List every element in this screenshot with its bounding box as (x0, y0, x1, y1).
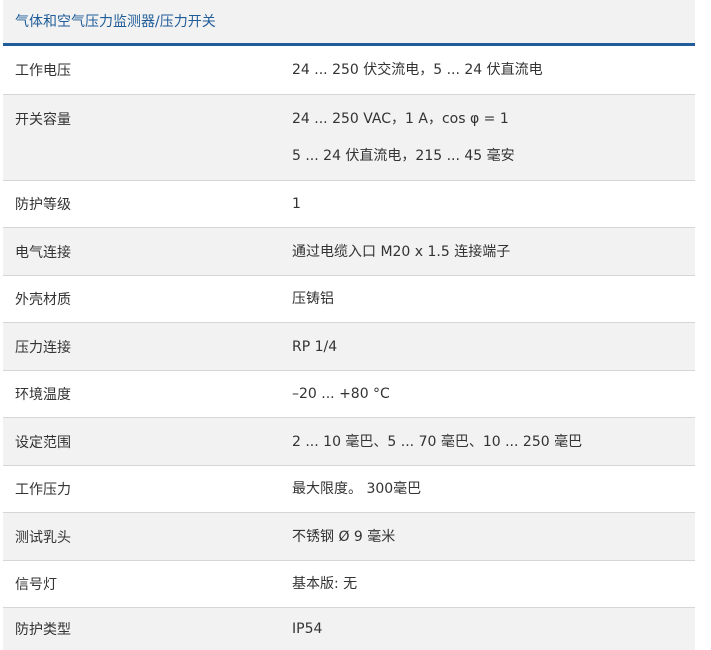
row-value: 1 (292, 181, 695, 227)
row-label: 电气连接 (15, 244, 71, 261)
table-row-pressure-connection: 压力连接 RP 1/4 (3, 323, 695, 371)
row-value-line: 基本版: 无 (292, 576, 358, 592)
row-value-line: 1 (292, 196, 301, 212)
row-label: 工作压力 (15, 482, 71, 498)
row-label: 环境温度 (15, 387, 71, 403)
row-value: 基本版: 无 (292, 561, 695, 607)
table-row-protection-class: 防护等级 1 (3, 181, 695, 228)
table-row-switching-capacity: 开关容量 24 ... 250 VAC，1 A，cos φ = 1 5 ... … (3, 95, 695, 181)
spec-table: 气体和空气压力监测器/压力开关 工作电压 24 ... 250 伏交流电，5 .… (3, 0, 695, 650)
table-row-working-pressure: 工作压力 最大限度。 300毫巴 (3, 466, 695, 513)
row-value: 通过电缆入口 M20 x 1.5 连接端子 (292, 228, 695, 275)
row-label: 防护等级 (15, 197, 71, 213)
row-value: 最大限度。 300毫巴 (292, 466, 695, 512)
row-value-line: 不锈钢 Ø 9 毫米 (292, 528, 396, 545)
table-row-housing-material: 外壳材质 压铸铝 (3, 276, 695, 323)
row-value-line: 24 ... 250 伏交流电，5 ... 24 伏直流电 (292, 62, 543, 78)
row-value-line: 压铸铝 (292, 291, 334, 307)
row-value: 24 ... 250 VAC，1 A，cos φ = 1 5 ... 24 伏直… (292, 95, 695, 180)
row-value-line: –20 ... +80 °C (292, 386, 390, 402)
row-value-line: 2 ... 10 毫巴、5 ... 70 毫巴、10 ... 250 毫巴 (292, 433, 583, 450)
table-title: 气体和空气压力监测器/压力开关 (15, 13, 216, 30)
row-value: 24 ... 250 伏交流电，5 ... 24 伏直流电 (292, 46, 695, 94)
row-label: 压力连接 (15, 339, 71, 356)
table-row-electrical-connection: 电气连接 通过电缆入口 M20 x 1.5 连接端子 (3, 228, 695, 276)
row-value-line: RP 1/4 (292, 338, 338, 355)
row-value: 不锈钢 Ø 9 毫米 (292, 513, 695, 560)
table-row-protection-type: 防护类型 IP54 (3, 608, 695, 650)
row-value-line: 5 ... 24 伏直流电，215 ... 45 毫安 (292, 148, 515, 164)
row-label: 开关容量 (15, 112, 71, 128)
table-row-signal-lamp: 信号灯 基本版: 无 (3, 561, 695, 608)
row-value: 压铸铝 (292, 276, 695, 322)
table-row-operating-voltage: 工作电压 24 ... 250 伏交流电，5 ... 24 伏直流电 (3, 46, 695, 95)
row-value: IP54 (292, 608, 695, 650)
row-label: 信号灯 (15, 577, 57, 593)
row-label: 工作电压 (15, 63, 71, 79)
row-label: 测试乳头 (15, 529, 71, 546)
row-value-line: 最大限度。 300毫巴 (292, 481, 422, 497)
row-value-line: 通过电缆入口 M20 x 1.5 连接端子 (292, 243, 511, 260)
row-value: –20 ... +80 °C (292, 371, 695, 417)
table-row-ambient-temperature: 环境温度 –20 ... +80 °C (3, 371, 695, 418)
row-value: 2 ... 10 毫巴、5 ... 70 毫巴、10 ... 250 毫巴 (292, 418, 695, 465)
row-label: 设定范围 (15, 434, 71, 451)
table-row-test-nipple: 测试乳头 不锈钢 Ø 9 毫米 (3, 513, 695, 561)
row-value-line: 24 ... 250 VAC，1 A，cos φ = 1 (292, 111, 509, 127)
row-label: 防护类型 (15, 622, 71, 638)
table-row-setting-range: 设定范围 2 ... 10 毫巴、5 ... 70 毫巴、10 ... 250 … (3, 418, 695, 466)
row-value: RP 1/4 (292, 323, 695, 370)
row-value-line: IP54 (292, 621, 323, 637)
row-label: 外壳材质 (15, 292, 71, 308)
table-header: 气体和空气压力监测器/压力开关 (3, 0, 695, 46)
